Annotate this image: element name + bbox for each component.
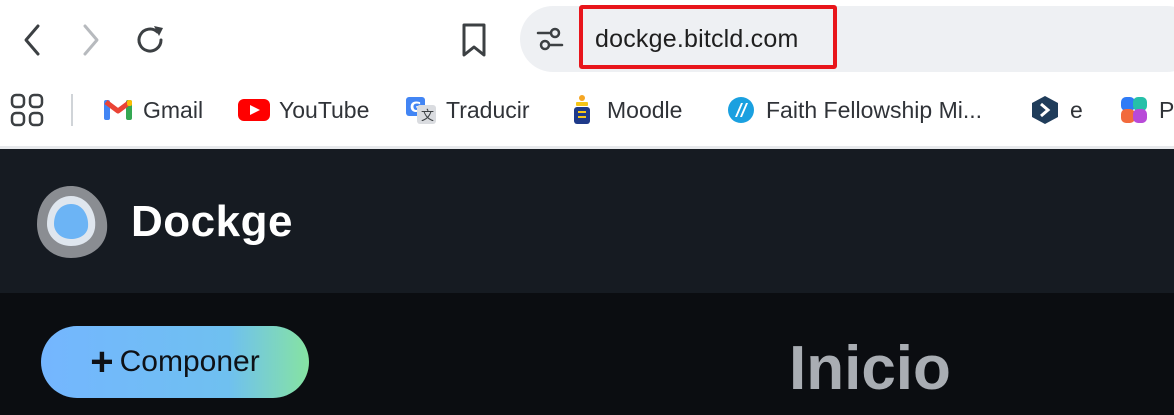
bookmark-p[interactable]: P [1118,91,1174,129]
app-header: Dockge [0,149,1174,293]
bookmark-moodle[interactable]: Moodle [566,91,682,129]
svg-text:文: 文 [421,109,434,124]
forward-arrow-icon [83,24,99,56]
reload-button[interactable] [128,18,172,62]
browser-toolbar: dockge.bitcld.com [0,0,1174,80]
back-arrow-icon [24,24,40,56]
bookmark-button[interactable] [452,18,496,62]
moodle-icon [566,94,598,126]
plus-icon: + [90,340,114,384]
bookmark-icon [462,23,486,57]
bookmark-faith-fellowship[interactable]: Faith Fellowship Mi... [725,91,982,129]
bookmarks-divider [71,94,73,126]
app-brand-name[interactable]: Dockge [131,197,293,247]
apps-grid-icon[interactable] [10,93,44,127]
reload-icon [137,26,163,53]
translate-icon: G 文 [405,94,437,126]
bookmark-traducir[interactable]: G 文 Traducir [405,91,530,129]
bookmark-gmail[interactable]: Gmail [102,91,203,129]
site-settings-icon[interactable] [536,27,564,51]
page-title: Inicio [789,334,951,403]
compose-label: Componer [119,345,260,378]
app-main: + Componer Inicio [0,293,1174,415]
bookmark-youtube[interactable]: YouTube [238,91,369,129]
compose-button[interactable]: + Componer [41,326,309,398]
faith-fellowship-icon [725,94,757,126]
url-highlight-box [579,5,837,69]
bookmark-e[interactable]: e [1029,91,1083,129]
back-button[interactable] [10,18,54,62]
copilot-icon [1118,94,1150,126]
gmail-icon [102,94,134,126]
dockge-logo-icon[interactable] [33,182,113,262]
bookmarks-bar: Gmail YouTube G 文 Traducir Moodle Faith … [0,80,1174,146]
youtube-icon [238,94,270,126]
forward-button[interactable] [69,18,113,62]
e-site-icon [1029,94,1061,126]
